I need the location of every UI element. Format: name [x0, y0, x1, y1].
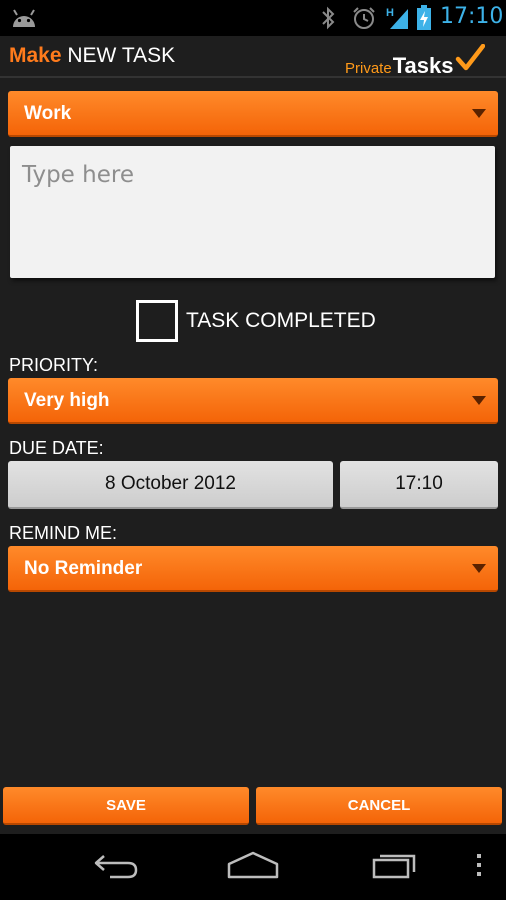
category-spinner[interactable]: Work: [8, 91, 498, 137]
dropdown-arrow-icon: [472, 109, 486, 118]
dropdown-arrow-icon: [472, 396, 486, 405]
title-accent: Make: [9, 44, 62, 67]
dropdown-arrow-icon: [472, 564, 486, 573]
overflow-menu-button[interactable]: [466, 834, 492, 900]
due-time-button[interactable]: 17:10: [340, 461, 498, 509]
priority-label: PRIORITY:: [9, 355, 99, 375]
reminder-value: No Reminder: [24, 558, 143, 579]
logo-small-text: Private: [345, 60, 392, 77]
action-bar: Make NEW TASK Private Tasks: [0, 36, 506, 78]
title-rest: NEW TASK: [67, 44, 176, 67]
back-button[interactable]: [80, 834, 150, 900]
signal-icon: H: [386, 5, 412, 36]
due-date-label: DUE DATE:: [9, 438, 104, 458]
logo-big-text: Tasks: [392, 53, 454, 78]
priority-spinner[interactable]: Very high: [8, 378, 498, 424]
android-icon: [10, 7, 38, 34]
task-completed-checkbox[interactable]: [136, 300, 178, 342]
bluetooth-icon: [319, 6, 337, 35]
description-placeholder: Type here: [22, 162, 134, 188]
category-value: Work: [24, 103, 72, 124]
alarm-icon: [351, 6, 377, 35]
status-clock: 17:10: [440, 4, 504, 29]
battery-charging-icon: [416, 5, 432, 36]
navigation-bar: [0, 834, 506, 900]
more-vert-icon: [476, 853, 482, 882]
reminder-spinner[interactable]: No Reminder: [8, 546, 498, 592]
cancel-button[interactable]: CANCEL: [256, 787, 502, 825]
task-description-input[interactable]: Type here: [10, 146, 495, 278]
recent-apps-button[interactable]: [360, 834, 430, 900]
recent-apps-icon: [370, 850, 420, 885]
priority-value: Very high: [24, 390, 110, 411]
svg-text:H: H: [386, 7, 394, 19]
checkmark-icon: [455, 43, 486, 77]
task-completed-row[interactable]: TASK COMPLETED: [136, 300, 376, 342]
save-button[interactable]: SAVE: [3, 787, 249, 825]
task-completed-label: TASK COMPLETED: [186, 309, 376, 332]
page-title: Make NEW TASK: [9, 44, 175, 68]
due-date-button[interactable]: 8 October 2012: [8, 461, 333, 509]
status-bar: H 17:10: [0, 0, 506, 36]
back-icon: [90, 850, 140, 885]
home-button[interactable]: [218, 834, 288, 900]
home-icon: [225, 850, 281, 885]
app-logo: Private Tasks: [345, 43, 486, 79]
remind-me-label: REMIND ME:: [9, 523, 117, 543]
